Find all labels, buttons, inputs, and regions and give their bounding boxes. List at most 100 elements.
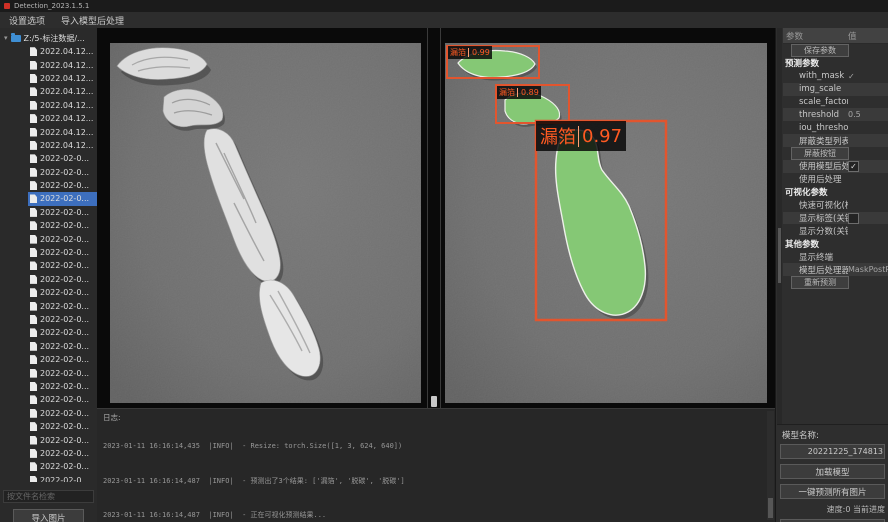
param-name: iou_threshold [783,123,848,133]
tree-item-label: 2022-02-0... [40,168,89,177]
tree-item[interactable]: 2022-02-0... [28,407,97,420]
param-row[interactable]: iou_threshold [783,121,888,134]
load-model-button[interactable]: 加载模型 [780,464,885,479]
tree-root-label: Z:/5-标注数据/... [24,33,85,44]
file-icon [30,436,37,445]
tree-item-label: 2022-02-0... [40,476,89,482]
search-input[interactable] [3,490,94,503]
tree-item-label: 2022-02-0... [40,261,89,270]
menu-import-model-postprocess[interactable]: 导入模型后处理 [61,14,124,27]
param-row[interactable]: with_mask ✓ [783,70,888,83]
detection-label: 漏箔 0.89 [497,86,541,99]
param-row[interactable]: 屏蔽类型列表 [783,134,888,147]
tree-item[interactable]: 2022-02-0... [28,366,97,379]
file-tree[interactable]: ▾ Z:/5-标注数据/... 2022.04.12... 2022.04.12… [0,31,97,482]
log-scrollbar[interactable] [767,411,774,520]
file-icon [30,114,37,123]
caret-down-icon[interactable]: ▾ [4,35,8,42]
tree-item[interactable]: 2022-02-0... [28,166,97,179]
tree-item[interactable]: 2022-02-0... [28,192,97,205]
param-row[interactable]: 显示标签(关键点) [783,212,888,225]
original-image-panel[interactable] [104,33,427,407]
tree-item[interactable]: 2022.04.12... [28,139,97,152]
tree-item[interactable]: 2022-02-0... [28,313,97,326]
param-value[interactable]: 0.5 [848,110,888,119]
param-row[interactable]: 显示终端 [783,250,888,263]
tree-item[interactable]: 2022-02-0... [28,273,97,286]
param-name: 屏蔽按钮 [791,147,849,160]
tree-item[interactable]: 2022.04.12... [28,58,97,71]
tree-item[interactable]: 2022-02-0... [28,219,97,232]
param-row[interactable]: 其他参数 [783,237,888,250]
prediction-image-panel[interactable]: 漏箔 0.99 漏箔 0.89 漏箔 0.97 [441,33,771,407]
menu-settings[interactable]: 设置选项 [9,14,45,27]
param-row[interactable]: 使用模型后处理 ✓ [783,160,888,173]
tree-item[interactable]: 2022-02-0... [28,380,97,393]
menubar: 设置选项 导入模型后处理 [0,12,888,29]
tree-item[interactable]: 2022.04.12... [28,112,97,125]
tree-item[interactable]: 2022-02-0... [28,299,97,312]
tree-item[interactable]: 2022-02-0... [28,447,97,460]
params-scrollbar[interactable] [777,28,782,424]
tree-item[interactable]: 2022-02-0... [28,433,97,446]
param-value[interactable]: ✓ [848,161,859,172]
tree-item[interactable]: 2022-02-0... [28,393,97,406]
param-name: 使用模型后处理 [783,160,848,172]
file-icon [30,449,37,458]
tree-item[interactable]: 2022-02-0... [28,286,97,299]
tree-item[interactable]: 2022-02-0... [28,259,97,272]
param-name: 其他参数 [783,238,848,250]
tree-item[interactable]: 2022-02-0... [28,206,97,219]
param-row[interactable]: 重新预测 [783,276,888,289]
tree-item[interactable]: 2022-02-0... [28,179,97,192]
param-value[interactable]: MaskPostPro [848,265,888,274]
param-row[interactable]: 保存参数 [783,44,888,57]
param-row[interactable]: 可视化参数 [783,186,888,199]
detection-score-text: 0.89 [517,88,539,97]
tree-item[interactable]: 2022-02-0... [28,474,97,483]
splitter-handle[interactable] [431,396,437,407]
file-icon [30,382,37,391]
detection-label: 漏箔 0.99 [448,46,492,59]
param-row[interactable]: 预测参数 [783,57,888,70]
param-row[interactable]: img_scale [783,83,888,96]
tree-item[interactable]: 2022-02-0... [28,353,97,366]
tree-item[interactable]: 2022-02-0... [28,340,97,353]
param-value[interactable] [848,213,859,224]
tree-item[interactable]: 2022.04.12... [28,99,97,112]
import-images-button[interactable]: 导入图片 [13,509,84,522]
tree-item[interactable]: 2022-02-0... [28,246,97,259]
tree-item[interactable]: 2022-02-0... [28,420,97,433]
tree-root-folder[interactable]: ▾ Z:/5-标注数据/... [0,31,97,45]
panel-splitter[interactable] [427,28,441,408]
file-icon [30,342,37,351]
param-row[interactable]: 快速可视化(检测) [783,199,888,212]
param-name: 重新预测 [791,276,849,289]
param-row[interactable]: scale_factor [783,96,888,109]
param-row[interactable]: 屏蔽按钮 [783,147,888,160]
param-row[interactable]: 显示分数(关键点) [783,224,888,237]
tree-item-label: 2022-02-0... [40,328,89,337]
params-scrollbar-thumb[interactable] [778,228,781,283]
file-icon [30,395,37,404]
detection-score-text: 0.97 [578,126,622,147]
param-row[interactable]: threshold 0.5 [783,108,888,121]
param-row[interactable]: 模型后处理器 MaskPostPro [783,263,888,276]
model-name-value[interactable]: 20221225_174813 [780,444,885,459]
tree-item[interactable]: 2022-02-0... [28,152,97,165]
predict-all-button[interactable]: 一键预测所有图片 [780,484,885,499]
log-panel: 日志: 2023-01-11 16:16:14,435 |INFO| - Res… [97,408,775,522]
tree-item[interactable]: 2022.04.12... [28,125,97,138]
param-row[interactable]: 使用后处理 [783,173,888,186]
tree-item[interactable]: 2022-02-0... [28,326,97,339]
param-name: 可视化参数 [783,186,848,198]
tree-item[interactable]: 2022-02-0... [28,232,97,245]
tree-item[interactable]: 2022.04.12... [28,72,97,85]
tree-item[interactable]: 2022-02-0... [28,460,97,473]
param-value[interactable]: ✓ [848,72,888,81]
tree-item-label: 2022-02-0... [40,342,89,351]
log-scrollbar-thumb[interactable] [768,498,773,518]
tree-item[interactable]: 2022.04.12... [28,45,97,58]
tree-item-label: 2022.04.12... [40,87,93,96]
tree-item[interactable]: 2022.04.12... [28,85,97,98]
